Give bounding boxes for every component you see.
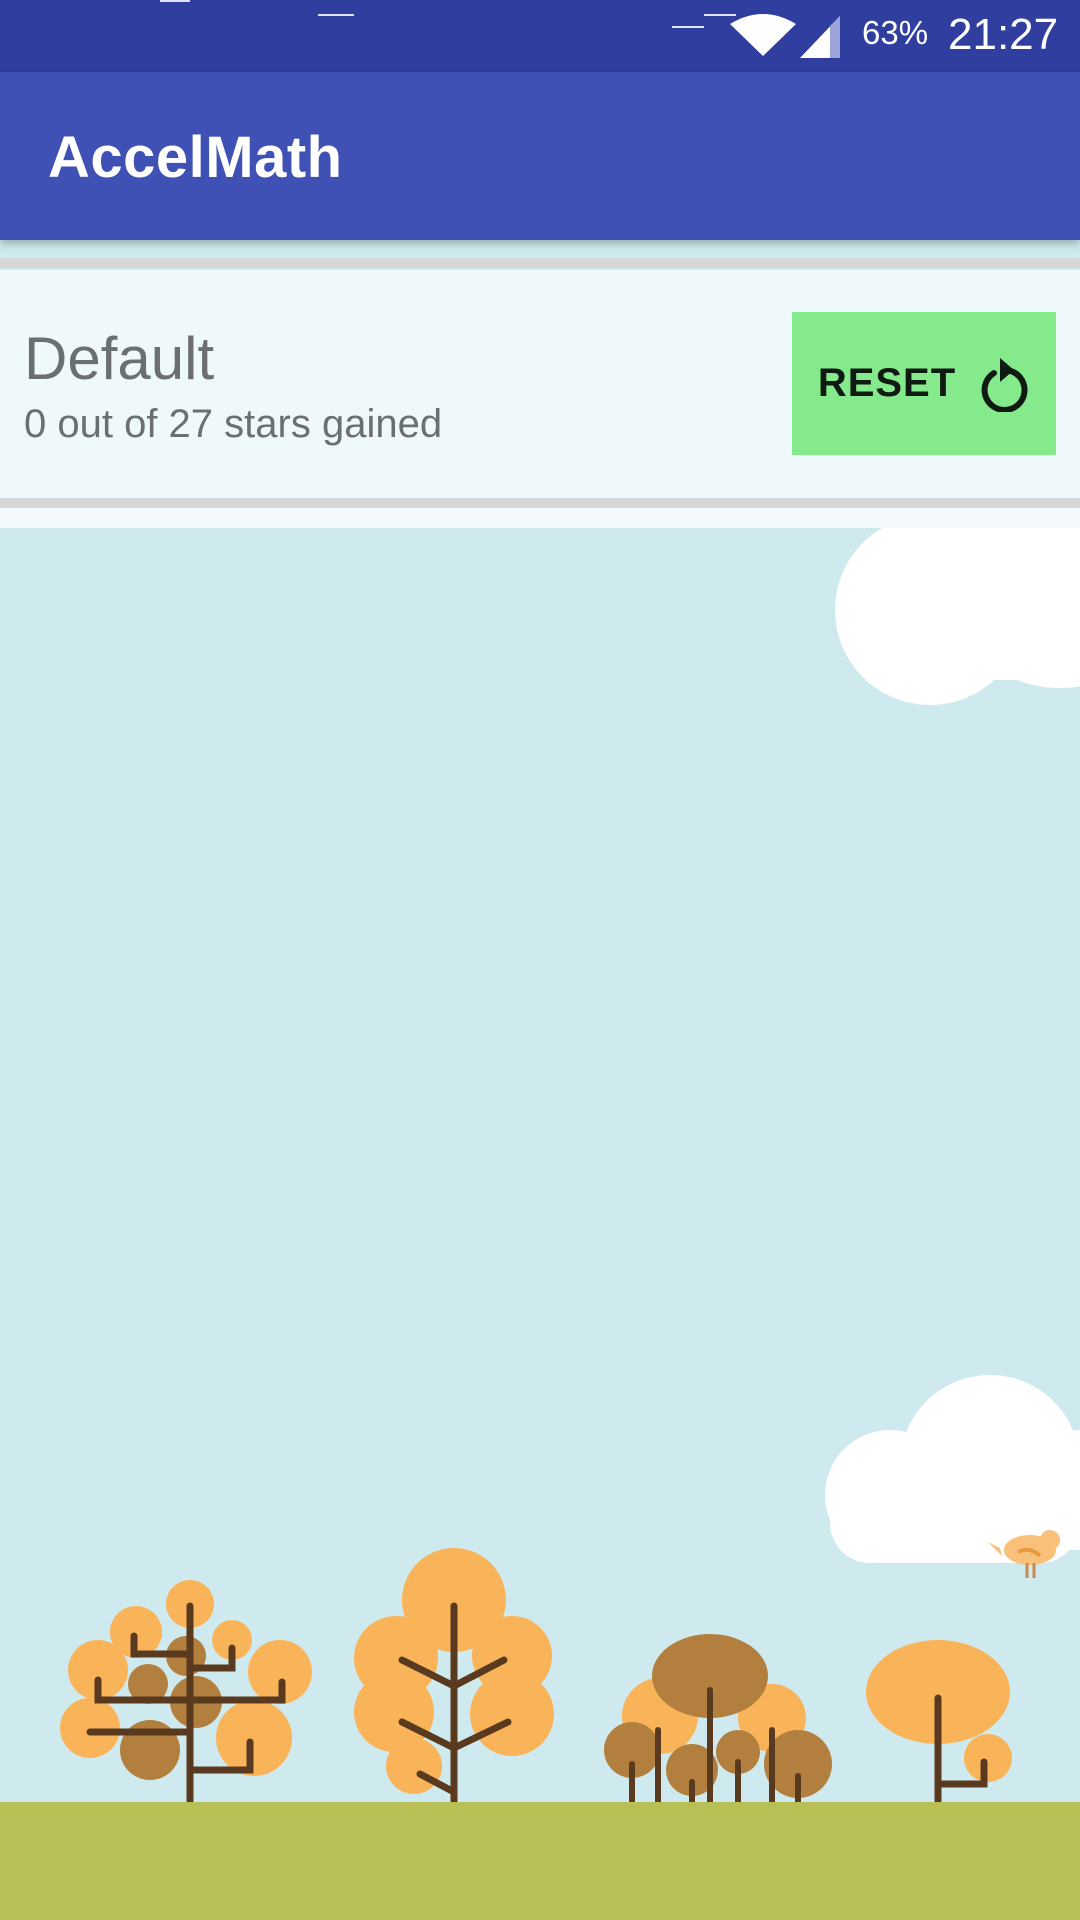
tree-illustration [604, 1634, 832, 1821]
reset-button-label: RESET [817, 361, 957, 405]
status-bar: 63% 21:27 [0, 0, 1080, 72]
cloud-illustration [835, 528, 1080, 705]
tree-illustration [354, 1548, 554, 1824]
battery-percentage: 63% [862, 14, 929, 51]
tree-illustration [60, 1580, 312, 1822]
reset-button[interactable]: RESET [792, 312, 1056, 455]
background-scene [60, 528, 1080, 1824]
clock: 21:27 [948, 10, 1059, 59]
status-artifact [318, 14, 354, 16]
wifi-icon [730, 14, 796, 56]
divider [0, 258, 1080, 268]
status-artifact [160, 0, 190, 2]
level-card: Default 0 out of 27 stars gained RESET [0, 270, 1080, 498]
app-bar: AccelMath [0, 72, 1080, 240]
status-icons [730, 14, 840, 58]
divider-strip [0, 508, 1080, 528]
refresh-icon [981, 357, 1028, 412]
divider [0, 498, 1080, 508]
ground [0, 1802, 1080, 1920]
tree-illustration [866, 1640, 1012, 1818]
level-name: Default [24, 325, 215, 392]
status-artifact [672, 26, 704, 28]
app-title: AccelMath [48, 125, 343, 190]
signal-icon [800, 16, 840, 58]
stars-progress-text: 0 out of 27 stars gained [24, 402, 443, 446]
